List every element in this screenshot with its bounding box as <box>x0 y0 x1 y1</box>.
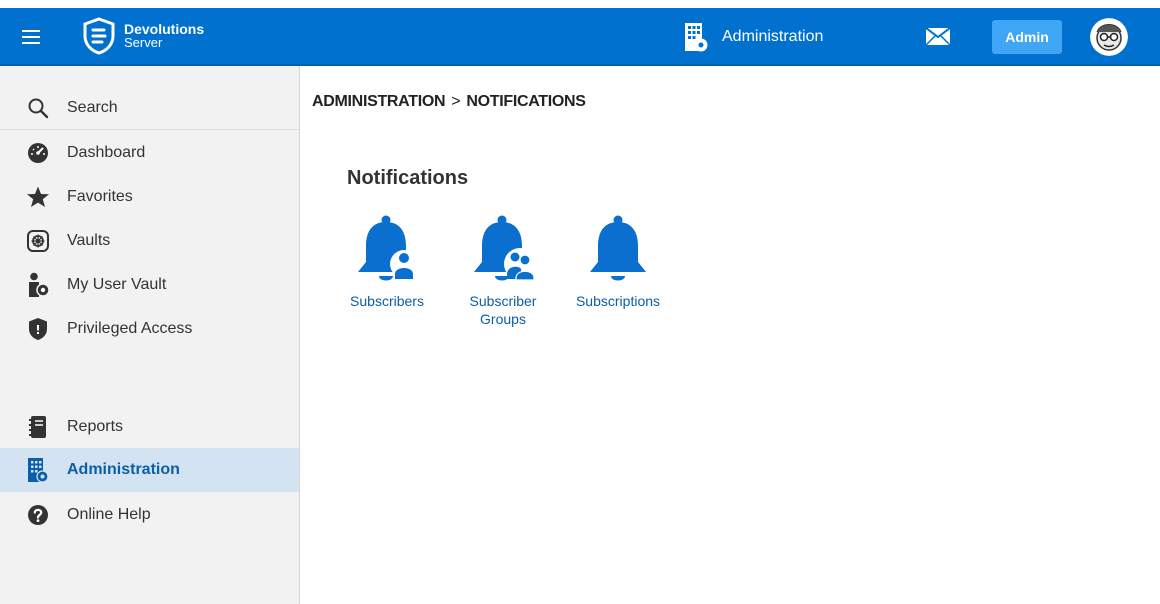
topbar-administration-label: Administration <box>722 28 824 45</box>
logo-title: Devolutions <box>124 21 205 37</box>
sidebar-item-label: Dashboard <box>67 144 146 161</box>
logo-subtitle: Server <box>124 35 163 50</box>
help-icon <box>26 503 50 527</box>
app-logo[interactable]: Devolutions Server <box>82 14 204 58</box>
sidebar-item-administration[interactable]: Administration <box>0 448 299 492</box>
breadcrumb: ADMINISTRATION > NOTIFICATIONS <box>312 93 586 111</box>
bell-group-icon <box>474 215 536 281</box>
sidebar-item-reports[interactable]: Reports <box>0 405 299 449</box>
tile-subscriber-groups[interactable]: Subscriber Groups <box>448 212 558 328</box>
sidebar-item-label: Privileged Access <box>67 320 193 337</box>
sidebar-item-label: Administration <box>67 461 180 478</box>
admin-user-button[interactable]: Admin <box>992 20 1062 54</box>
section-title: Notifications <box>347 167 469 189</box>
reports-icon <box>26 415 50 439</box>
admin-building-icon <box>26 458 50 483</box>
top-bar: Devolutions Server Administration Admin <box>0 0 1160 66</box>
sidebar-item-search[interactable]: Search <box>0 86 299 130</box>
tile-subscriptions[interactable]: Subscriptions <box>563 212 673 310</box>
search-icon <box>26 96 50 120</box>
sidebar-item-online-help[interactable]: Online Help <box>0 493 299 537</box>
hamburger-icon[interactable] <box>22 30 40 44</box>
bell-icon <box>590 215 646 281</box>
breadcrumb-separator: > <box>451 93 461 110</box>
star-icon <box>26 185 50 209</box>
admin-building-icon <box>685 23 708 52</box>
shield-icon <box>26 317 50 341</box>
tile-subscribers[interactable]: Subscribers <box>332 212 442 310</box>
sidebar-item-label: Favorites <box>67 188 133 205</box>
dashboard-icon <box>26 141 50 165</box>
breadcrumb-item-notifications: NOTIFICATIONS <box>466 93 586 110</box>
mail-icon[interactable] <box>926 28 950 45</box>
devolutions-logo-icon <box>83 17 115 55</box>
vault-icon <box>26 229 50 253</box>
sidebar-item-privileged-access[interactable]: Privileged Access <box>0 307 299 351</box>
tile-label: Subscribers <box>350 293 424 309</box>
sidebar-item-favorites[interactable]: Favorites <box>0 175 299 219</box>
avatar[interactable] <box>1090 18 1128 56</box>
user-vault-icon <box>26 272 50 297</box>
sidebar-item-my-user-vault[interactable]: My User Vault <box>0 263 299 307</box>
topbar-administration[interactable]: Administration <box>684 18 823 56</box>
sidebar-item-dashboard[interactable]: Dashboard <box>0 131 299 175</box>
main-content: ADMINISTRATION > NOTIFICATIONS Notificatio… <box>300 66 1160 604</box>
sidebar-item-label: Vaults <box>67 232 111 249</box>
sidebar-item-label: My User Vault <box>67 276 167 293</box>
sidebar-item-label: Search <box>67 98 118 116</box>
sidebar: Search Dashboard Favorites Vaults My Use… <box>0 66 300 604</box>
sidebar-item-vaults[interactable]: Vaults <box>0 219 299 263</box>
bell-user-icon <box>358 215 418 281</box>
sidebar-item-label: Reports <box>67 418 124 435</box>
breadcrumb-item-administration[interactable]: ADMINISTRATION <box>312 93 446 110</box>
tile-label: Subscriptions <box>575 293 661 309</box>
sidebar-item-label: Online Help <box>67 506 151 523</box>
tile-label: Subscriber Groups <box>469 293 537 327</box>
avatar-image <box>1090 18 1128 56</box>
